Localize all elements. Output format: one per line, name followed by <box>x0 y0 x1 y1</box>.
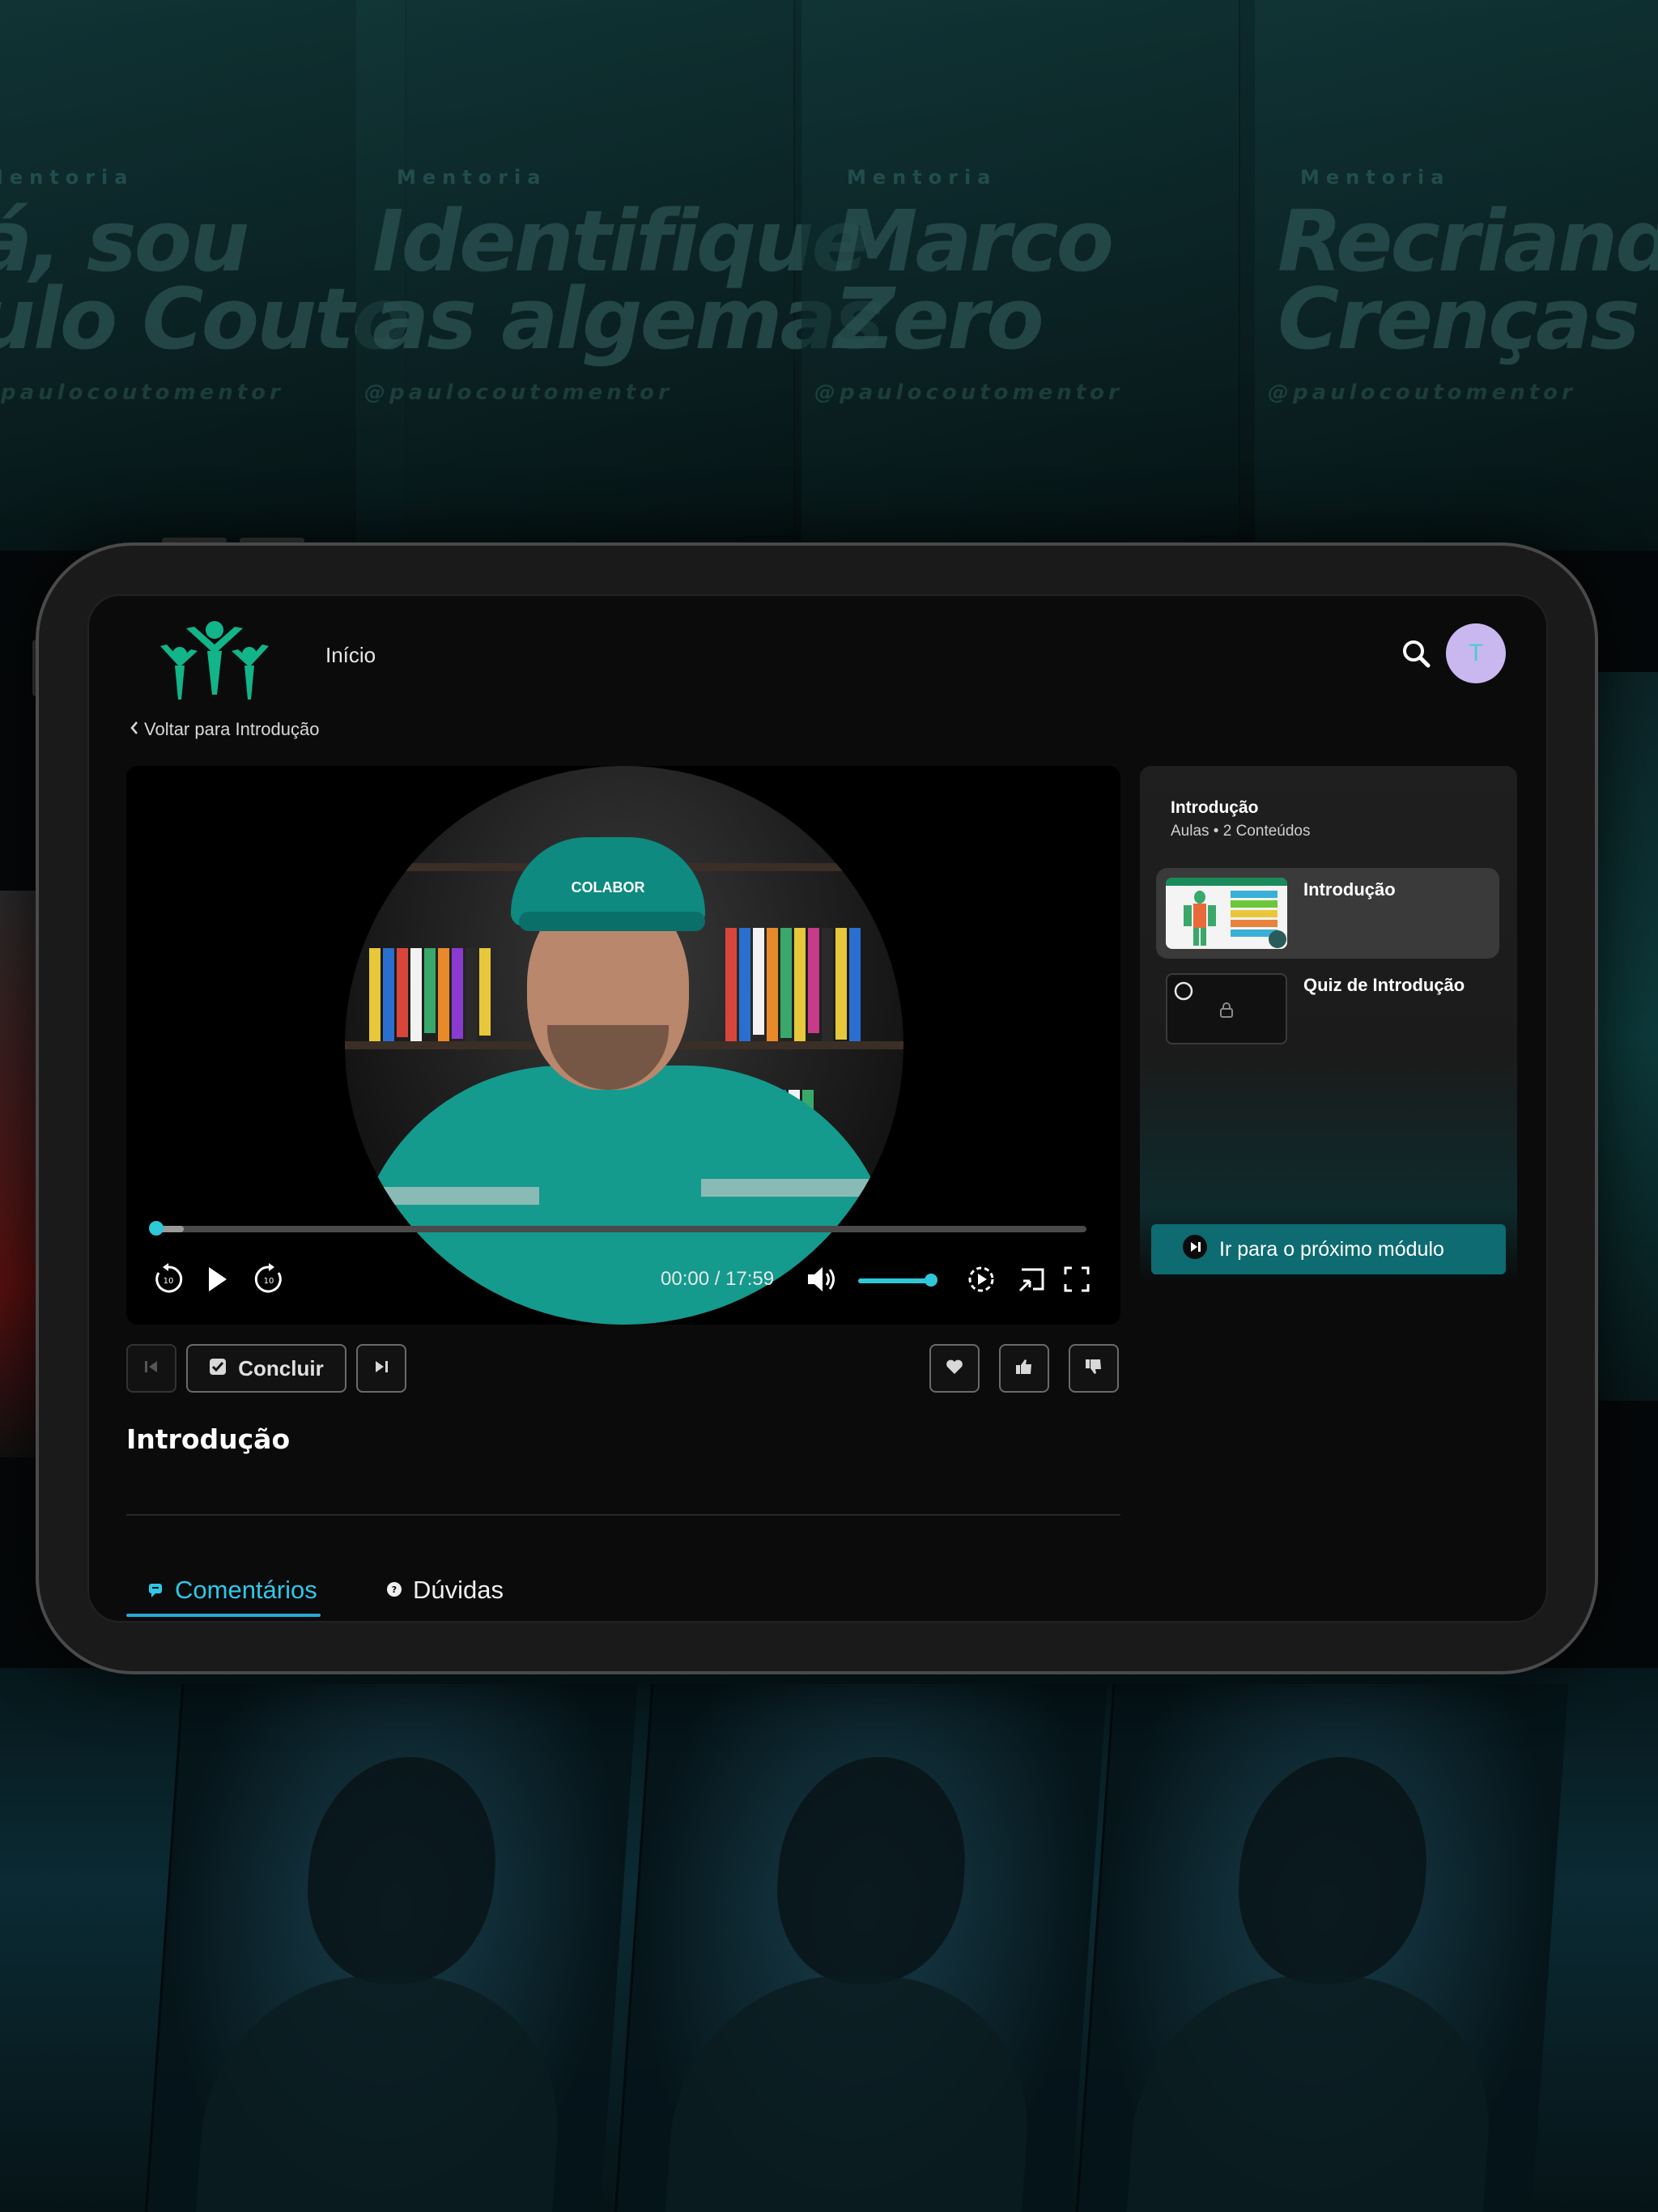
lesson-thumbnail-locked <box>1166 973 1287 1044</box>
lesson-title: Introdução <box>126 1423 291 1455</box>
photo-person-head <box>1231 1757 1435 1984</box>
skip-previous-icon <box>142 1358 160 1379</box>
poster-headline: á, sou ulo Couto <box>0 192 410 368</box>
section-divider <box>126 1514 1120 1516</box>
poster-headline: Marco Zero <box>834 192 1114 368</box>
next-module-label: Ir para o próximo módulo <box>1219 1237 1444 1261</box>
playlist-item-introducao[interactable]: Introdução <box>1156 868 1499 959</box>
video-player[interactable]: COLABOR 10 10 00:00 / 17:59 <box>126 766 1120 1325</box>
photo-person-head <box>300 1757 504 1984</box>
cast-icon[interactable] <box>1014 1261 1049 1297</box>
playlist-item-label: Introdução <box>1303 879 1396 900</box>
user-avatar[interactable]: T <box>1446 623 1506 683</box>
question-bubble-icon: ? <box>385 1576 403 1605</box>
app-screen: Início T Voltar para Introdução COLABOR … <box>87 594 1548 1623</box>
poster-kicker: Mentoria <box>847 166 997 189</box>
favorite-button[interactable] <box>929 1344 980 1393</box>
concluir-label: Concluir <box>238 1355 324 1380</box>
dislike-button[interactable] <box>1069 1344 1119 1393</box>
poster-handle: @paulocoutomentor <box>1268 381 1576 405</box>
time-display: 00:00 / 17:59 <box>661 1268 775 1290</box>
poster-headline: Recriando Crenças <box>1278 192 1658 368</box>
playlist-item-label: Quiz de Introdução <box>1303 975 1465 995</box>
progress-handle[interactable] <box>149 1221 164 1236</box>
lock-icon <box>1218 1001 1235 1022</box>
forward-10-icon[interactable]: 10 <box>251 1261 287 1297</box>
volume-slider[interactable] <box>858 1278 931 1283</box>
bookshelf-books <box>369 948 491 1041</box>
lesson-thumbnail <box>1166 878 1287 949</box>
fullscreen-icon[interactable] <box>1059 1261 1095 1297</box>
previous-lesson-button[interactable] <box>126 1344 176 1393</box>
poster-1: Mentoria á, sou ulo Couto @paulocoutomen… <box>0 0 410 551</box>
concluir-button[interactable]: Concluir <box>186 1344 346 1393</box>
playlist-title: Introdução <box>1171 798 1259 817</box>
active-tab-indicator <box>126 1614 321 1617</box>
lesson-playlist: Introdução Aulas • 2 Conteúdos Introduçã… <box>1140 766 1517 1286</box>
background-edge-right <box>1593 672 1658 1401</box>
photo-person-body <box>661 1976 1039 2212</box>
next-module-button[interactable]: Ir para o próximo módulo <box>1151 1224 1506 1274</box>
back-link-label: Voltar para Introdução <box>144 719 320 739</box>
cap-logo-text: COLABOR <box>571 879 645 895</box>
poster-2: Mentoria Identifique as algemas @pauloco… <box>356 0 885 551</box>
video-frame: COLABOR <box>345 766 903 1325</box>
poster-handle: @paulocoutomentor <box>814 381 1123 405</box>
skip-next-icon <box>1182 1234 1208 1266</box>
poster-handle: @paulocoutomentor <box>0 381 284 405</box>
thumbs-down-icon <box>1084 1357 1103 1380</box>
poster-kicker: Mentoria <box>0 166 134 189</box>
background-posters: Mentoria á, sou ulo Couto @paulocoutomen… <box>0 0 1658 551</box>
poster-3: Mentoria Marco Zero @paulocoutomentor <box>801 0 1240 551</box>
progress-bar[interactable] <box>155 1226 1086 1232</box>
nav-home-link[interactable]: Início <box>325 643 376 668</box>
chevron-left-icon <box>130 719 139 740</box>
heart-icon <box>945 1358 964 1379</box>
tab-label: Dúvidas <box>413 1576 504 1604</box>
play-icon[interactable] <box>199 1261 235 1297</box>
like-button[interactable] <box>999 1344 1049 1393</box>
people-logo-icon[interactable] <box>154 612 275 701</box>
svg-text:10: 10 <box>164 1277 174 1286</box>
svg-text:10: 10 <box>264 1277 274 1286</box>
volume-handle[interactable] <box>925 1274 937 1287</box>
background-photo-1 <box>142 1684 638 2212</box>
svg-text:?: ? <box>392 1585 397 1595</box>
back-link[interactable]: Voltar para Introdução <box>130 719 319 740</box>
comments-icon <box>147 1576 165 1605</box>
poster-kicker: Mentoria <box>1300 166 1451 189</box>
checkbox-checked-icon <box>209 1358 227 1379</box>
playlist-subtitle: Aulas • 2 Conteúdos <box>1171 823 1311 840</box>
tab-comentarios[interactable]: Comentários <box>147 1576 317 1605</box>
next-lesson-button[interactable] <box>356 1344 406 1393</box>
thumbs-up-icon <box>1014 1357 1034 1380</box>
tab-duvidas[interactable]: ? Dúvidas <box>385 1576 504 1605</box>
volume-icon[interactable] <box>803 1261 839 1297</box>
rewind-10-icon[interactable]: 10 <box>151 1261 186 1297</box>
poster-kicker: Mentoria <box>397 166 547 189</box>
photo-person-head <box>770 1757 973 1984</box>
background-photo-3 <box>1073 1684 1569 2212</box>
background-photos <box>0 1668 1658 2212</box>
photo-person-body <box>1123 1976 1500 2212</box>
background-photo-2 <box>611 1684 1107 2212</box>
tab-label: Comentários <box>175 1576 317 1604</box>
poster-handle: @paulocoutomentor <box>364 381 673 405</box>
incomplete-circle-icon <box>1174 981 1193 1001</box>
search-icon[interactable] <box>1399 636 1435 672</box>
shirt-reflective-stripe <box>361 1187 539 1205</box>
poster-4: Mentoria Recriando Crenças @paulocoutome… <box>1255 0 1658 551</box>
photo-person-body <box>192 1976 569 2212</box>
shirt-reflective-stripe <box>701 1179 879 1197</box>
person-cap-brim <box>519 912 705 931</box>
playlist-item-quiz[interactable]: Quiz de Introdução <box>1156 963 1499 1054</box>
skip-next-icon <box>372 1358 390 1379</box>
bookshelf-books <box>725 928 861 1041</box>
speed-icon[interactable] <box>963 1261 999 1297</box>
